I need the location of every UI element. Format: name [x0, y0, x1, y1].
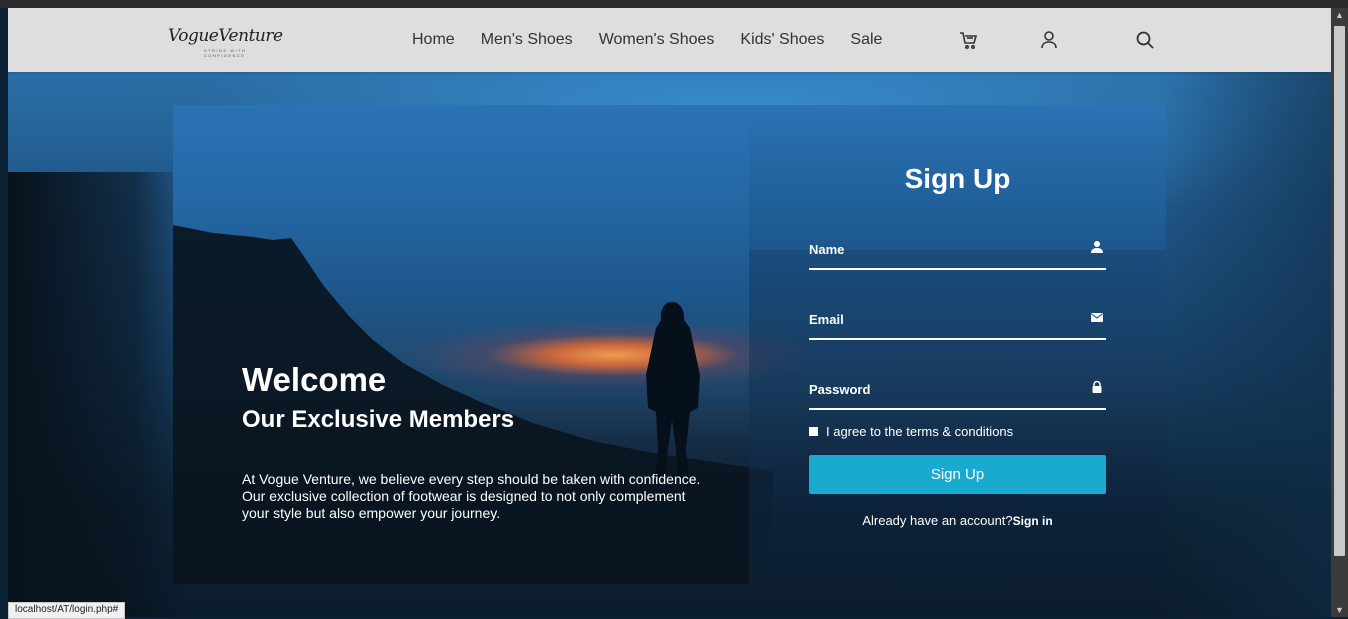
- nav-links: Home Men's Shoes Women's Shoes Kids' Sho…: [412, 8, 908, 72]
- password-field: [809, 374, 1106, 410]
- already-text: Already have an account?: [862, 513, 1013, 528]
- signup-form-panel: Sign Up I agree to the terms & condition…: [749, 105, 1166, 584]
- scroll-up-arrow-icon[interactable]: ▲: [1331, 8, 1348, 22]
- email-input[interactable]: [809, 304, 1079, 334]
- hero-description: At Vogue Venture, we believe every step …: [242, 471, 701, 521]
- brand-logo[interactable]: VogueVenture STRIDE WITH CONFIDENCE: [168, 20, 283, 62]
- person-silhouette: [646, 302, 700, 478]
- name-field: [809, 234, 1106, 270]
- signin-link[interactable]: Sign in: [1013, 514, 1053, 528]
- search-icon[interactable]: [1134, 29, 1156, 51]
- members-subheading: Our Exclusive Members: [242, 406, 515, 433]
- terms-row: I agree to the terms & conditions: [809, 424, 1013, 439]
- cart-icon[interactable]: [957, 29, 979, 51]
- nav-link-kids-shoes[interactable]: Kids' Shoes: [740, 31, 824, 49]
- password-input[interactable]: [809, 374, 1079, 404]
- user-icon: [1090, 240, 1104, 254]
- page-scrollbar[interactable]: ▲ ▼: [1331, 8, 1348, 617]
- scrollbar-thumb[interactable]: [1334, 26, 1345, 556]
- background-right-fade: [1161, 72, 1331, 617]
- logo-script: VogueVenture: [168, 26, 283, 46]
- lock-icon: [1090, 380, 1104, 394]
- terms-label[interactable]: I agree to the terms & conditions: [826, 424, 1013, 439]
- nav-link-sale[interactable]: Sale: [850, 31, 882, 49]
- email-field: [809, 304, 1106, 340]
- nav-link-home[interactable]: Home: [412, 31, 455, 49]
- nav-link-mens-shoes[interactable]: Men's Shoes: [481, 31, 573, 49]
- top-navbar: VogueVenture STRIDE WITH CONFIDENCE Home…: [8, 8, 1331, 72]
- scroll-down-arrow-icon[interactable]: ▼: [1331, 603, 1348, 617]
- name-input[interactable]: [809, 234, 1079, 264]
- logo-tagline: STRIDE WITH CONFIDENCE: [204, 48, 247, 58]
- signup-card: Welcome Our Exclusive Members At Vogue V…: [173, 105, 1166, 584]
- window-top-strip: [0, 0, 1348, 8]
- nav-link-womens-shoes[interactable]: Women's Shoes: [599, 31, 715, 49]
- welcome-heading: Welcome: [242, 361, 387, 398]
- signin-prompt: Already have an account?Sign in: [749, 513, 1166, 528]
- user-icon[interactable]: [1038, 29, 1060, 51]
- terms-checkbox[interactable]: [809, 427, 818, 436]
- background-left-shadow: [8, 172, 188, 617]
- envelope-icon: [1090, 310, 1104, 324]
- status-bar-url: localhost/AT/login.php#: [8, 602, 126, 619]
- signup-button[interactable]: Sign Up: [809, 455, 1106, 494]
- signup-title: Sign Up: [904, 163, 1011, 194]
- form-panel-backdrop: [749, 250, 1166, 584]
